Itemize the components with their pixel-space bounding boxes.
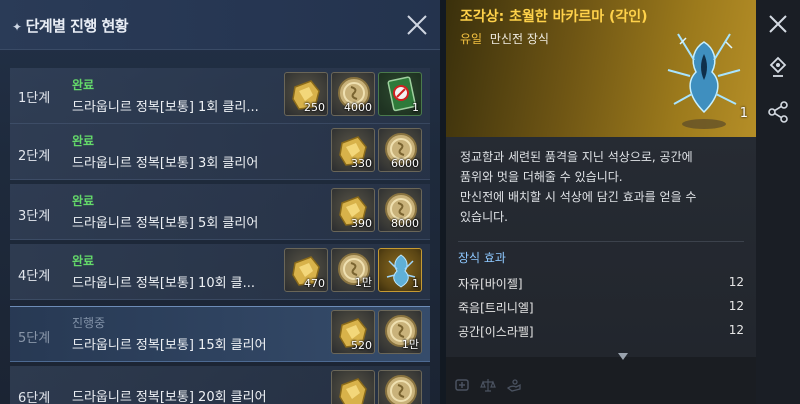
stage-description: 드라웁니르 정복[보통] 10회 클... — [72, 276, 256, 291]
stage-label: 5단계 — [18, 331, 51, 346]
silver-coin-icon[interactable]: 8000 — [378, 188, 422, 232]
reward-qty: 1 — [412, 101, 419, 114]
reward-qty: 390 — [351, 217, 372, 230]
item-title: 조각상: 초월한 바카르마 (각인) — [460, 9, 648, 25]
silver-coin-icon[interactable]: 1만 — [378, 310, 422, 354]
reward-list: 330 6000 — [331, 128, 422, 172]
stage-status: 완료 — [72, 78, 95, 92]
stage-label: 6단계 — [18, 391, 51, 404]
gold-ore-icon[interactable]: 330 — [331, 128, 375, 172]
reward-list: 520 1만 — [331, 310, 422, 354]
reward-list: 470 1만 1 — [284, 248, 422, 292]
item-header: 조각상: 초월한 바카르마 (각인) 유일 만신전 장식 1 — [446, 0, 756, 137]
scale-icon — [480, 377, 496, 393]
reward-qty: 1만 — [401, 338, 419, 351]
close-icon[interactable] — [766, 12, 790, 36]
statue-icon[interactable]: 1 — [378, 248, 422, 292]
reward-qty: 6000 — [391, 157, 419, 170]
stage-progress-panel: ✦ 단계별 진행 현황 1단계 완료 드라웁니르 정복[보통] 1회 클리... … — [0, 0, 440, 404]
side-toolbar — [756, 0, 800, 404]
effect-value: 12 — [728, 275, 744, 289]
stage-description: 드라웁니르 정복[보통] 1회 클리... — [72, 100, 259, 115]
reward-qty: 1 — [412, 277, 419, 290]
reward-qty: 520 — [351, 339, 372, 352]
stage-description: 드라웁니르 정복[보통] 3회 클리어 — [72, 156, 259, 171]
panel-title-text: 단계별 진행 현황 — [25, 17, 129, 35]
effect-value: 12 — [728, 323, 744, 337]
description-line: 만신전에 배치할 시 석상에 담긴 효과를 얻을 수 — [460, 190, 697, 204]
silver-coin-icon[interactable]: 4000 — [331, 72, 375, 116]
gold-ore-icon[interactable]: 390 — [331, 188, 375, 232]
green-ticket-icon[interactable]: 1 — [378, 72, 422, 116]
cannot-trade-icon — [454, 377, 470, 393]
stage-description: 드라웁니르 정복[보통] 20회 클리어 — [72, 390, 267, 404]
description-line: 정교함과 세련된 품격을 지닌 석상으로, 공간에 — [460, 150, 693, 164]
item-subline: 유일 만신전 장식 — [460, 30, 549, 47]
reward-list: 250 4000 1 — [284, 72, 422, 116]
stage-label: 4단계 — [18, 269, 51, 284]
stage-row-6[interactable]: 6단계 드라웁니르 정복[보통] 20회 클리어 — [0, 366, 440, 404]
hand-icon — [506, 377, 522, 393]
effect-name: 공간[이스라펠] — [458, 325, 534, 339]
effect-name: 죽음[트리니엘] — [458, 301, 534, 315]
description-line: 품위와 멋을 더해줄 수 있습니다. — [460, 170, 623, 184]
reward-list: 390 8000 — [331, 188, 422, 232]
item-count: 1 — [739, 106, 748, 121]
stage-status: 진행중 — [72, 316, 106, 330]
effect-row: 죽음[트리니엘] 12 — [458, 297, 744, 319]
stage-label: 3단계 — [18, 209, 51, 224]
close-icon[interactable] — [404, 12, 430, 38]
stage-row-5[interactable]: 5단계 진행중 드라웁니르 정복[보통] 15회 클리어 520 1만 — [0, 306, 440, 362]
stage-row-2[interactable]: 2단계 완료 드라웁니르 정복[보통] 3회 클리어 330 6000 — [0, 124, 440, 180]
stage-status: 완료 — [72, 254, 95, 268]
statue-icon — [660, 24, 750, 134]
reward-qty: 470 — [304, 277, 325, 290]
description-line: 있습니다. — [460, 210, 508, 224]
silver-coin-icon[interactable] — [378, 370, 422, 404]
reward-list — [331, 370, 422, 404]
item-grade: 유일 — [460, 32, 483, 46]
reward-qty: 1만 — [354, 276, 372, 289]
gold-ore-icon[interactable]: 250 — [284, 72, 328, 116]
panel-title: ✦ 단계별 진행 현황 — [12, 15, 129, 36]
divider — [458, 241, 744, 242]
chevron-down-icon[interactable] — [618, 353, 628, 361]
silver-coin-icon[interactable]: 1만 — [331, 248, 375, 292]
item-footer — [446, 353, 756, 404]
item-tooltip-panel: 조각상: 초월한 바카르마 (각인) 유일 만신전 장식 1 정교함과 세련된 … — [446, 0, 756, 404]
gold-ore-icon[interactable] — [331, 370, 375, 404]
share-icon[interactable] — [766, 100, 790, 124]
effect-value: 12 — [728, 299, 744, 313]
effect-row: 공간[이스라펠] 12 — [458, 321, 744, 343]
footer-icon-row — [454, 377, 522, 393]
silver-coin-icon[interactable]: 6000 — [378, 128, 422, 172]
effect-name: 자유[바이젤] — [458, 277, 523, 291]
gold-ore-icon[interactable]: 470 — [284, 248, 328, 292]
effect-row: 자유[바이젤] 12 — [458, 273, 744, 295]
stage-row-1[interactable]: 1단계 완료 드라웁니르 정복[보통] 1회 클리... 250 4000 1 — [0, 68, 440, 124]
item-body: 정교함과 세련된 품격을 지닌 석상으로, 공간에 품위와 멋을 더해줄 수 있… — [446, 137, 756, 357]
gold-ore-icon[interactable]: 520 — [331, 310, 375, 354]
stage-label: 1단계 — [18, 91, 51, 106]
stage-description: 드라웁니르 정복[보통] 5회 클리어 — [72, 216, 259, 231]
panel-header: ✦ 단계별 진행 현황 — [0, 0, 440, 50]
item-category: 만신전 장식 — [489, 32, 549, 46]
stage-row-3[interactable]: 3단계 완료 드라웁니르 정복[보통] 5회 클리어 390 8000 — [0, 184, 440, 240]
stage-status: 완료 — [72, 134, 95, 148]
stage-description: 드라웁니르 정복[보통] 15회 클리어 — [72, 338, 267, 353]
sparkle-icon: ✦ — [12, 20, 22, 34]
reward-qty: 250 — [304, 101, 325, 114]
reward-qty: 4000 — [344, 101, 372, 114]
stage-label: 2단계 — [18, 149, 51, 164]
reward-qty: 330 — [351, 157, 372, 170]
stage-row-4[interactable]: 4단계 완료 드라웁니르 정복[보통] 10회 클... 470 1만 1 — [0, 244, 440, 300]
reward-qty: 8000 — [391, 217, 419, 230]
stage-status: 완료 — [72, 194, 95, 208]
location-pin-icon[interactable] — [766, 56, 790, 80]
item-description: 정교함과 세련된 품격을 지닌 석상으로, 공간에 품위와 멋을 더해줄 수 있… — [460, 147, 750, 227]
effect-section-title: 장식 효과 — [458, 251, 506, 265]
